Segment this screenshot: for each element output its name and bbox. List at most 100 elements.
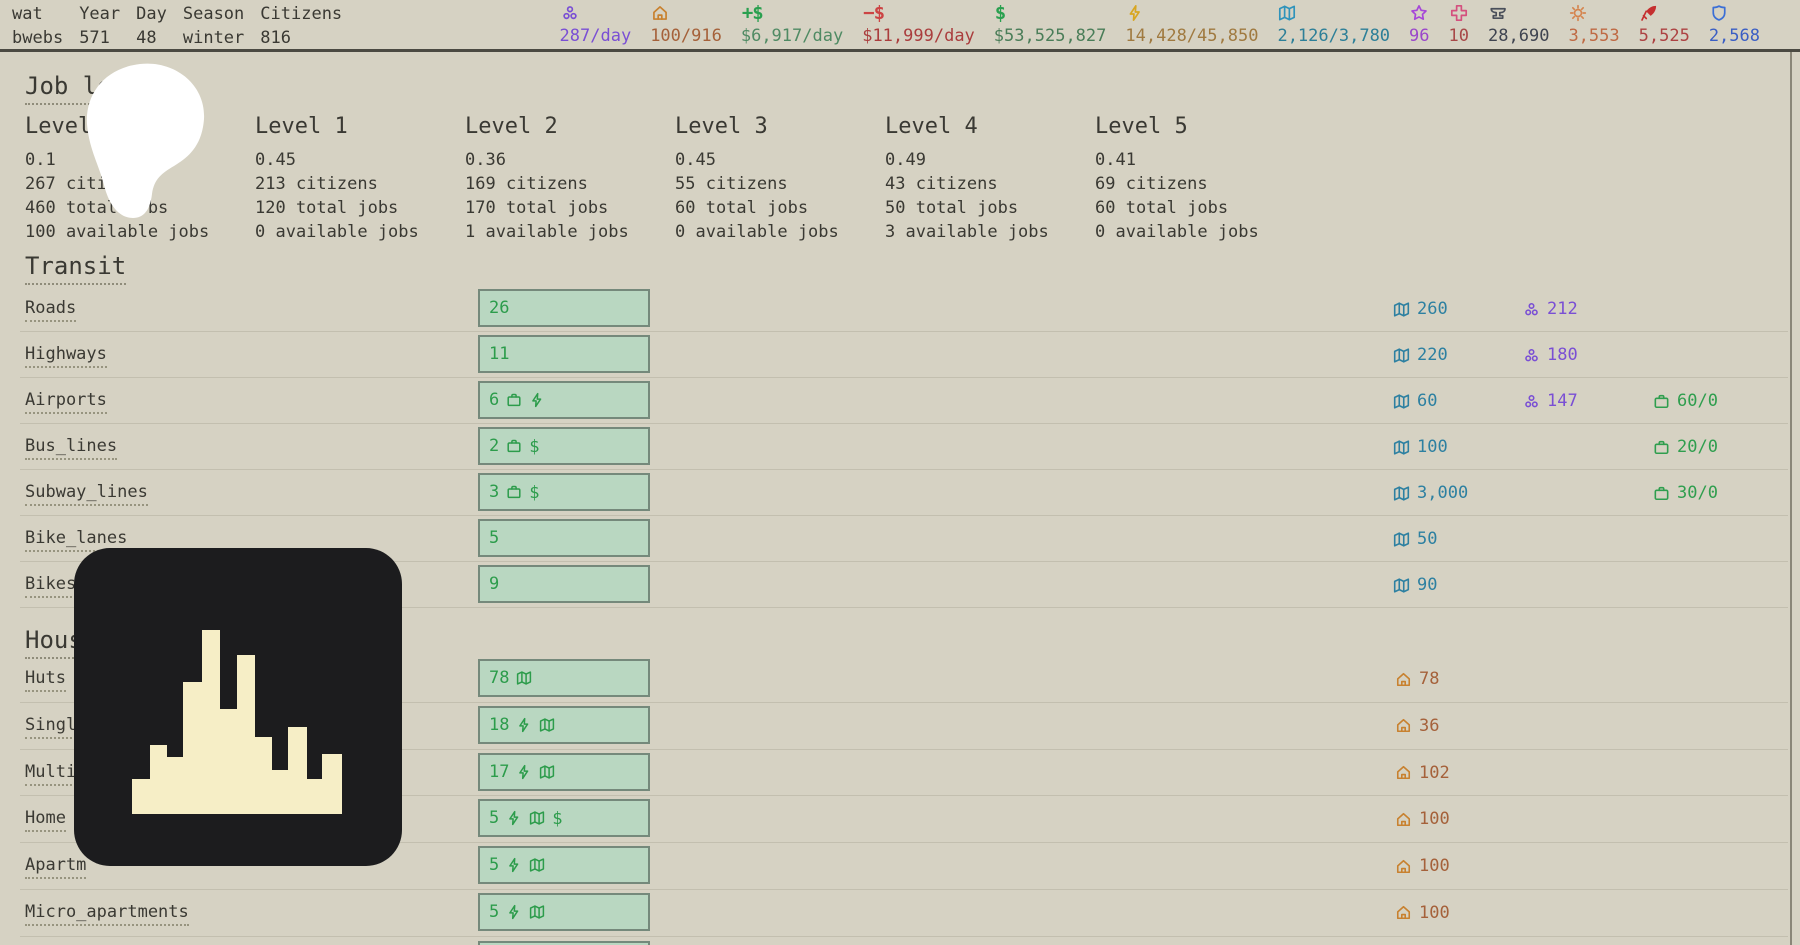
box-value: 2 (489, 436, 500, 456)
level-available-jobs: 100 available jobs (25, 222, 210, 242)
dollar-icon: $ (994, 1, 1006, 24)
info-city: wat bwebs (12, 4, 63, 49)
build-input-box[interactable]: 5 (478, 519, 650, 557)
level-citizens: 169 citizens (465, 174, 588, 194)
map-icon (1393, 439, 1410, 456)
info-value: bwebs (12, 28, 64, 48)
city-skyline-icon (132, 630, 342, 814)
row-label[interactable]: Airports (25, 390, 107, 414)
briefcase-icon (506, 392, 522, 408)
stat-anvil: 28,690 (1488, 2, 1549, 49)
stat-land: 2,126/3,780 (1277, 2, 1390, 49)
resource-stats-group: 287/day 100/916 +$ $6,917/day −$ $11,999… (560, 0, 1800, 49)
info-value: winter (182, 28, 245, 48)
level-ratio: 0.45 (255, 150, 296, 170)
bolt-icon (506, 810, 522, 826)
build-input-box[interactable] (478, 940, 650, 945)
box-icons (506, 904, 545, 920)
map-icon (1393, 301, 1410, 318)
stat-value: 2,126/3,780 (1277, 26, 1391, 46)
level-title: Level 2 (465, 114, 558, 139)
house-icon (651, 2, 669, 23)
land-used-cell: 90 (1393, 575, 1437, 595)
row-label[interactable]: Home (25, 808, 66, 833)
box-icons (506, 392, 545, 408)
bolt-icon (529, 392, 545, 408)
level-total-jobs: 460 total jobs (25, 198, 169, 218)
stat-virus: 3,553 (1568, 2, 1620, 49)
row-label[interactable]: Micro_apartments (25, 902, 189, 926)
level-citizens: 213 citizens (255, 174, 378, 194)
table-row-roads: Roads 26 260 212 (20, 286, 1788, 332)
map-icon (1393, 531, 1410, 548)
stat-value: 3,553 (1568, 26, 1620, 46)
build-input-box[interactable]: 78 (478, 659, 650, 697)
build-input-box[interactable]: 17 (478, 752, 650, 791)
row-label[interactable]: Subway_lines (25, 482, 148, 506)
top-status-bar: wat bwebs Year 571 Day 48 Season winter … (0, 0, 1800, 52)
level-title: Level 1 (255, 114, 348, 139)
row-label[interactable]: Bus_lines (25, 436, 118, 460)
build-input-box[interactable]: 11 (478, 335, 650, 373)
row-label[interactable]: Bikes (25, 574, 77, 598)
jobs-cell: 20/0 (1653, 437, 1718, 457)
stat-attack: 5,525 (1639, 2, 1690, 49)
level-column: Level 2 0.36 169 citizens 170 total jobs… (465, 114, 675, 244)
box-icons (516, 717, 555, 733)
map-icon (529, 904, 545, 920)
stat-stars: 96 (1409, 2, 1430, 49)
build-input-box[interactable]: 26 (478, 289, 650, 327)
info-year: Year 571 (79, 4, 120, 49)
population-cell: 212 (1523, 299, 1578, 319)
build-input-box[interactable]: 5 (478, 846, 650, 885)
box-value: 11 (489, 344, 510, 364)
map-icon (1393, 393, 1410, 410)
population-cell: 147 (1523, 391, 1578, 411)
stat-value: 96 (1409, 26, 1430, 46)
build-input-box[interactable]: 3 $ (478, 473, 650, 511)
stat-population-rate: 287/day (559, 2, 632, 49)
build-input-box[interactable]: 5 (478, 892, 650, 931)
level-column: Level 0 0.1 267 citizens 460 total jobs … (25, 114, 255, 244)
build-input-box[interactable]: 5 $ (478, 799, 650, 838)
row-label[interactable]: Roads (25, 298, 77, 322)
build-input-box[interactable]: 2 $ (478, 427, 650, 465)
level-title: Level 0 (25, 114, 118, 139)
build-input-box[interactable]: 6 (478, 381, 650, 419)
info-label: Season (182, 4, 245, 24)
land-used-cell: 260 (1393, 299, 1448, 319)
level-available-jobs: 0 available jobs (255, 222, 419, 242)
row-label[interactable]: Highways (25, 344, 107, 368)
map-icon (1393, 577, 1410, 594)
row-label[interactable]: Huts (25, 668, 66, 692)
transit-heading[interactable]: Transit (25, 252, 127, 285)
house-icon (1395, 811, 1412, 828)
level-citizens: 55 citizens (675, 174, 788, 194)
briefcase-icon (1653, 393, 1670, 410)
box-value: 3 (489, 482, 500, 502)
level-title: Level 3 (675, 114, 768, 139)
stat-value: $11,999/day (862, 26, 975, 46)
job-levels-heading[interactable]: Job levels (25, 72, 170, 105)
level-available-jobs: 0 available jobs (675, 222, 839, 242)
row-label[interactable]: Singl (25, 715, 77, 739)
level-column: Level 5 0.41 69 citizens 60 total jobs 0… (1095, 114, 1305, 244)
level-ratio: 0.41 (1095, 150, 1136, 170)
level-total-jobs: 170 total jobs (465, 198, 609, 218)
build-input-box[interactable]: 9 (478, 565, 650, 603)
table-row-highways: Highways 11 220 180 (20, 332, 1788, 378)
level-title: Level 5 (1095, 114, 1188, 139)
population-cell: 180 (1523, 345, 1578, 365)
stat-value: 287/day (559, 26, 632, 46)
level-column: Level 1 0.45 213 citizens 120 total jobs… (255, 114, 465, 244)
map-icon (516, 670, 532, 686)
level-citizens: 69 citizens (1095, 174, 1208, 194)
stat-value: 28,690 (1488, 26, 1550, 46)
row-label[interactable]: Multi (25, 762, 77, 786)
briefcase-icon (1653, 439, 1670, 456)
scroll-area-border (1790, 52, 1792, 945)
stat-value: $53,525,827 (993, 26, 1107, 46)
info-value: 571 (79, 28, 110, 48)
build-input-box[interactable]: 18 (478, 705, 650, 744)
level-total-jobs: 120 total jobs (255, 198, 399, 218)
